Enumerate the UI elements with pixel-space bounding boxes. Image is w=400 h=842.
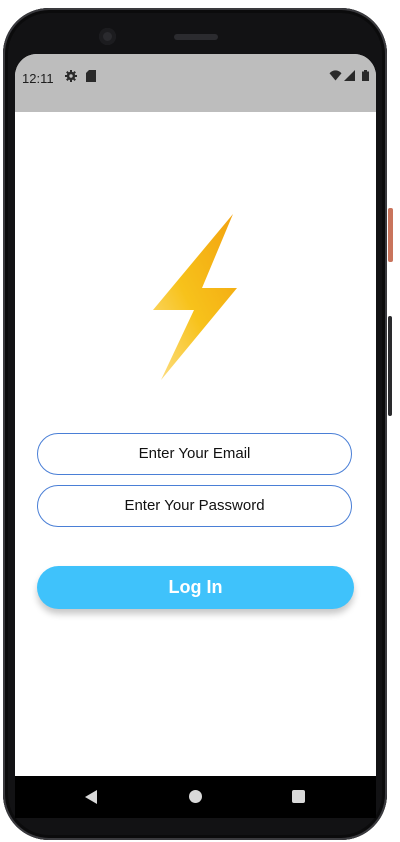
password-input[interactable]: Enter Your Password (37, 485, 352, 527)
status-time: 12:11 (22, 71, 54, 86)
front-camera (99, 28, 116, 45)
lightning-bolt-icon (153, 214, 237, 380)
device-frame: 12:11 Enter Your Email Enter Your Passwo… (0, 0, 400, 842)
volume-button[interactable] (388, 316, 392, 416)
battery-icon (362, 70, 369, 81)
navigation-bar (15, 776, 376, 818)
status-bar: 12:11 (15, 54, 376, 112)
cell-signal-icon (344, 70, 355, 81)
email-input[interactable]: Enter Your Email (37, 433, 352, 475)
login-button[interactable]: Log In (37, 566, 354, 609)
back-triangle-icon[interactable] (85, 790, 97, 804)
recents-square-icon[interactable] (292, 790, 305, 803)
home-circle-icon[interactable] (189, 790, 202, 803)
earpiece-speaker (174, 34, 218, 40)
settings-gear-icon (65, 70, 77, 82)
sd-card-icon (86, 70, 96, 82)
login-screen: Enter Your Email Enter Your Password Log… (15, 112, 376, 776)
screen: 12:11 Enter Your Email Enter Your Passwo… (15, 54, 376, 776)
wifi-icon (329, 70, 342, 81)
power-button[interactable] (388, 208, 393, 262)
